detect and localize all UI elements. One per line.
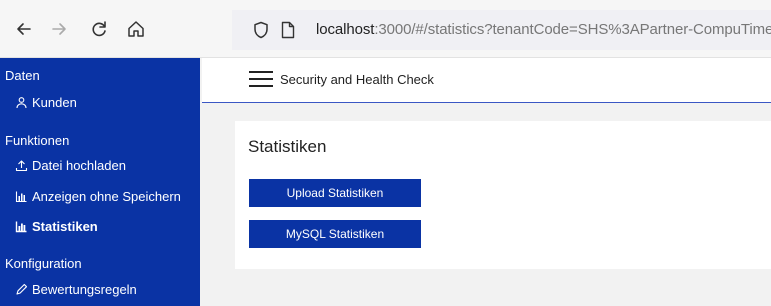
- app-title: Security and Health Check: [280, 72, 434, 87]
- url-text[interactable]: localhost:3000/#/statistics?tenantCode=S…: [316, 21, 771, 38]
- chart-icon: [15, 190, 28, 203]
- url-host: localhost: [316, 21, 375, 38]
- sidebar-item-label: Kunden: [32, 95, 77, 110]
- sidebar: Daten Kunden Funktionen Datei hochladen …: [0, 58, 200, 306]
- sidebar-item-label: Statistiken: [32, 219, 98, 234]
- reload-icon[interactable]: [88, 18, 110, 40]
- url-path: :3000/#/statistics?tenantCode=SHS%3APart…: [374, 21, 771, 38]
- shield-icon[interactable]: [252, 21, 270, 39]
- sidebar-section-konfiguration: Konfiguration: [5, 256, 82, 271]
- forward-arrow-icon[interactable]: [48, 18, 70, 40]
- app-header: Security and Health Check: [202, 58, 771, 103]
- back-arrow-icon[interactable]: [13, 18, 35, 40]
- sidebar-item-datei-hochladen[interactable]: Datei hochladen: [15, 158, 126, 173]
- user-icon: [15, 96, 28, 109]
- sidebar-section-funktionen: Funktionen: [5, 133, 70, 148]
- statistics-card: Statistiken Upload Statistiken MySQL Sta…: [235, 121, 771, 269]
- sidebar-item-label: Bewertungsregeln: [32, 282, 137, 297]
- sidebar-item-label: Datei hochladen: [32, 158, 126, 173]
- browser-toolbar: localhost:3000/#/statistics?tenantCode=S…: [0, 0, 771, 58]
- sidebar-section-daten: Daten: [5, 68, 40, 83]
- sidebar-item-bewertungsregeln[interactable]: Bewertungsregeln: [15, 282, 137, 297]
- page-icon[interactable]: [280, 21, 296, 39]
- home-icon[interactable]: [125, 18, 147, 40]
- page-title: Statistiken: [248, 137, 327, 156]
- mysql-statistics-button[interactable]: MySQL Statistiken: [249, 220, 421, 248]
- sidebar-item-anzeigen-ohne-speichern[interactable]: Anzeigen ohne Speichern: [15, 189, 181, 204]
- hamburger-menu-icon[interactable]: [249, 70, 273, 88]
- upload-icon: [15, 159, 28, 172]
- sidebar-item-label: Anzeigen ohne Speichern: [32, 189, 181, 204]
- chart-icon: [15, 220, 28, 233]
- pencil-icon: [15, 283, 28, 296]
- url-bar[interactable]: localhost:3000/#/statistics?tenantCode=S…: [232, 10, 771, 50]
- upload-statistics-button[interactable]: Upload Statistiken: [249, 179, 421, 207]
- sidebar-item-statistiken[interactable]: Statistiken: [15, 219, 98, 234]
- sidebar-item-kunden[interactable]: Kunden: [15, 95, 77, 110]
